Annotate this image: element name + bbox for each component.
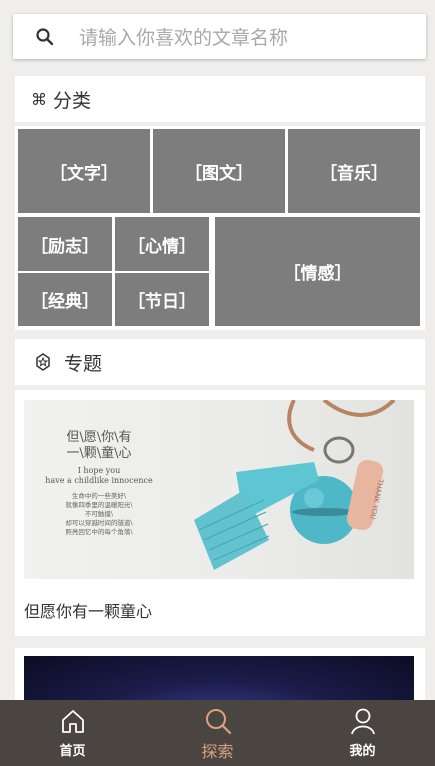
tab-explore-label: 探索 xyxy=(201,742,234,761)
tab-me[interactable]: 我的 xyxy=(290,700,435,766)
command-icon: ⌘ xyxy=(31,89,47,109)
category-classic[interactable]: ［经典］ xyxy=(18,273,112,326)
search-icon xyxy=(205,709,231,735)
feature-title[interactable]: 但愿你有一颗童心 xyxy=(24,598,152,622)
feature-card[interactable]: 但\愿\你\有 一\颗\童\心 I hope you have a childl… xyxy=(15,390,425,636)
tab-home-label: 首页 xyxy=(59,744,86,759)
category-emotion[interactable]: ［情感］ xyxy=(215,217,420,326)
category-text[interactable]: ［文字］ xyxy=(18,129,150,213)
category-mood[interactable]: ［心情］ xyxy=(115,217,209,271)
topics-header: 专题 xyxy=(15,339,425,385)
search-icon xyxy=(36,27,54,45)
home-icon xyxy=(61,710,84,733)
tab-me-label: 我的 xyxy=(349,744,376,759)
bottom-tabbar: 首页 探索 我的 xyxy=(0,700,435,766)
category-grid: ［文字］ ［图文］ ［音乐］ ［励志］ ［心情］ ［情感］ ［经典］ ［节日］ xyxy=(15,126,425,330)
categories-header: ⌘ 分类 xyxy=(15,76,425,122)
feature-image-caption: 但\愿\你\有 一\颗\童\心 I hope you have a childl… xyxy=(45,430,153,536)
topics-title: 专题 xyxy=(64,352,103,375)
category-inspiration[interactable]: ［励志］ xyxy=(18,217,112,271)
feature-image[interactable]: 但\愿\你\有 一\颗\童\心 I hope you have a childl… xyxy=(24,400,414,579)
categories-title: 分类 xyxy=(53,89,92,112)
user-icon xyxy=(350,708,375,735)
search-input[interactable]: 请输入你喜欢的文章名称 xyxy=(79,23,288,50)
tab-explore[interactable]: 探索 xyxy=(145,700,290,766)
category-image-text[interactable]: ［图文］ xyxy=(153,129,285,213)
tab-home[interactable]: 首页 xyxy=(0,700,145,766)
badge-icon xyxy=(36,353,50,371)
category-music[interactable]: ［音乐］ xyxy=(288,129,420,213)
search-bar[interactable]: 请输入你喜欢的文章名称 xyxy=(13,14,426,59)
feature-card-2[interactable] xyxy=(15,648,425,716)
category-holiday[interactable]: ［节日］ xyxy=(115,273,209,326)
